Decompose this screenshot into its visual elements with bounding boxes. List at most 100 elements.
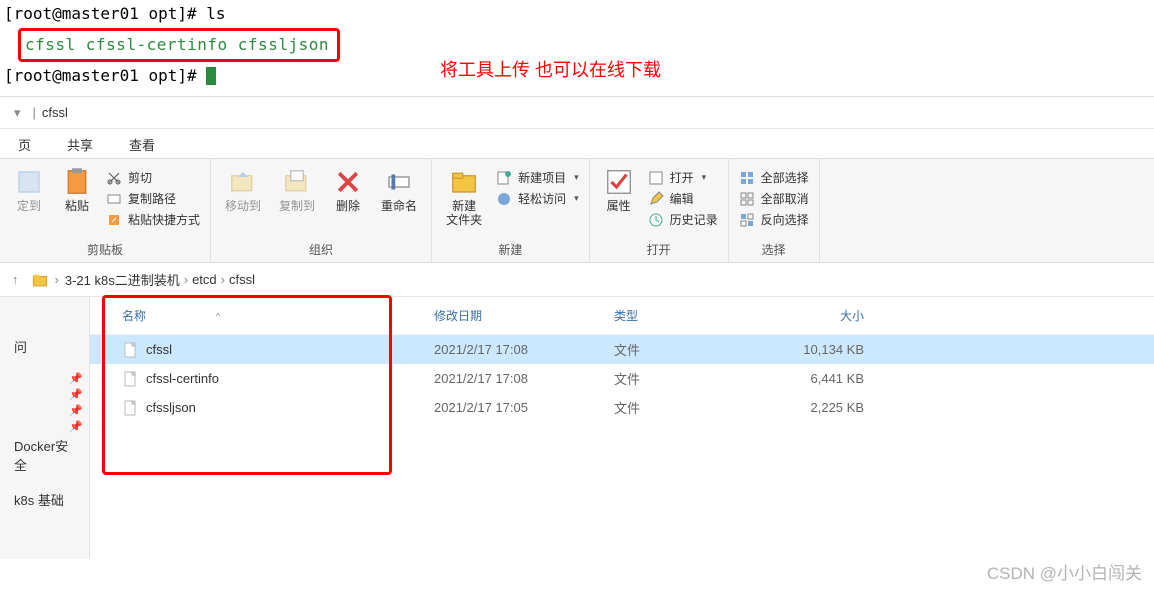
easyaccess-icon [496, 191, 512, 207]
invert-icon [739, 212, 755, 228]
shortcut-icon [106, 212, 122, 228]
file-size: 10,134 KB [774, 342, 864, 357]
move-icon [228, 167, 258, 197]
easy-access-button[interactable]: 轻松访问▾ [496, 190, 579, 207]
col-size[interactable]: 大小 [774, 307, 864, 324]
clipboard-icon [62, 167, 92, 197]
select-none-button[interactable]: 全部取消 [739, 190, 809, 207]
title-bar: ▾ | cfssl [0, 97, 1154, 129]
open-icon [648, 170, 664, 186]
file-type: 文件 [614, 369, 774, 388]
paste-shortcut-button[interactable]: 粘贴快捷方式 [106, 211, 200, 228]
newitem-icon [496, 170, 512, 186]
group-select: 全部选择 全部取消 反向选择 选择 [729, 159, 820, 262]
group-label: 打开 [600, 239, 718, 260]
group-label: 新建 [442, 239, 579, 260]
file-size: 6,441 KB [774, 371, 864, 386]
breadcrumb-3[interactable]: cfssl [229, 272, 255, 287]
scissors-icon [106, 170, 122, 186]
col-type[interactable]: 类型 [614, 307, 774, 324]
sidebar-item-docker[interactable]: Docker安全 [0, 428, 89, 482]
paste-button[interactable]: 粘贴 [58, 165, 96, 215]
delete-icon [333, 167, 363, 197]
folder-icon [31, 271, 49, 289]
group-label: 剪贴板 [10, 239, 200, 260]
group-organize: 移动到 复制到 删除 重命名 组织 [211, 159, 432, 262]
file-list-area: 名称^ 修改日期 类型 大小 cfssl 2021/2/17 17:08 文件 … [90, 297, 1154, 559]
file-icon [122, 342, 138, 358]
breadcrumb-2[interactable]: etcd [192, 272, 217, 287]
history-button[interactable]: 历史记录 [648, 211, 718, 228]
cut-button[interactable]: 剪切 [106, 169, 200, 186]
file-icon [122, 371, 138, 387]
new-item-button[interactable]: 新建项目▾ [496, 169, 579, 186]
up-button[interactable]: ↑ [6, 270, 25, 289]
selectall-icon [739, 170, 755, 186]
properties-button[interactable]: 属性 [600, 165, 638, 215]
file-size: 2,225 KB [774, 400, 864, 415]
edit-button[interactable]: 编辑 [648, 190, 718, 207]
rename-button[interactable]: 重命名 [377, 165, 421, 215]
file-type: 文件 [614, 340, 774, 359]
prompt: [root@master01 opt]# [4, 66, 206, 85]
file-name-text: cfssljson [146, 400, 196, 415]
file-type: 文件 [614, 398, 774, 417]
sidebar-item[interactable]: 问 [0, 329, 89, 364]
cursor [206, 67, 216, 85]
prompt: [root@master01 opt]# [4, 4, 206, 23]
ribbon: 定到 粘贴 剪切 复制路径 粘贴快捷方式 剪贴板 移动到 [0, 159, 1154, 263]
group-new: 新建文件夹 新建项目▾ 轻松访问▾ 新建 [432, 159, 590, 262]
sidebar-item[interactable]: 📌 [0, 364, 89, 380]
crumb-sep: › [221, 272, 225, 287]
file-row[interactable]: cfssljson 2021/2/17 17:05 文件 2,225 KB [90, 393, 1154, 422]
address-bar: ↑ › 3-21 k8s二进制装机 › etcd › cfssl [0, 263, 1154, 297]
copy-icon [282, 167, 312, 197]
breadcrumb-1[interactable]: 3-21 k8s二进制装机 [65, 270, 180, 289]
window-title: cfssl [42, 105, 68, 120]
history-icon [648, 212, 664, 228]
move-to-button[interactable]: 移动到 [221, 165, 265, 215]
nav-sidebar: 问 📌 📌 📌 📌 Docker安全 k8s 基础 [0, 297, 90, 559]
tab-share[interactable]: 共享 [49, 129, 111, 158]
copy-to-button[interactable]: 复制到 [275, 165, 319, 215]
file-explorer: ▾ | cfssl 页 共享 查看 定到 粘贴 剪切 复制路径 粘贴快捷方 [0, 96, 1154, 559]
group-label: 组织 [221, 239, 421, 260]
invert-selection-button[interactable]: 反向选择 [739, 211, 809, 228]
file-row[interactable]: cfssl-certinfo 2021/2/17 17:08 文件 6,441 … [90, 364, 1154, 393]
annotation-text: 将工具上传 也可以在线下载 [440, 56, 661, 82]
select-all-button[interactable]: 全部选择 [739, 169, 809, 186]
sidebar-item-k8s[interactable]: k8s 基础 [0, 482, 89, 517]
open-button[interactable]: 打开▾ [648, 169, 718, 186]
checkmark-icon [604, 167, 634, 197]
col-date[interactable]: 修改日期 [434, 307, 614, 324]
new-folder-button[interactable]: 新建文件夹 [442, 165, 486, 230]
file-date: 2021/2/17 17:05 [434, 400, 614, 415]
col-name[interactable]: 名称^ [122, 307, 434, 324]
pin-button[interactable]: 定到 [10, 165, 48, 215]
file-list: cfssl cfssl-certinfo cfssljson [25, 35, 329, 54]
group-clipboard: 定到 粘贴 剪切 复制路径 粘贴快捷方式 剪贴板 [0, 159, 211, 262]
rename-icon [384, 167, 414, 197]
path-icon [106, 191, 122, 207]
sort-caret-icon: ^ [216, 311, 220, 321]
file-icon [122, 400, 138, 416]
crumb-sep: › [184, 272, 188, 287]
edit-icon [648, 191, 664, 207]
content-area: 问 📌 📌 📌 📌 Docker安全 k8s 基础 名称^ 修改日期 类型 大小… [0, 297, 1154, 559]
crumb-sep: › [55, 272, 59, 287]
title-sep: | [33, 105, 36, 120]
selectnone-icon [739, 191, 755, 207]
tab-home[interactable]: 页 [0, 129, 49, 158]
group-label: 选择 [739, 239, 809, 260]
cmd: ls [206, 4, 225, 23]
delete-button[interactable]: 删除 [329, 165, 367, 215]
file-row[interactable]: cfssl 2021/2/17 17:08 文件 10,134 KB [90, 335, 1154, 364]
copy-path-button[interactable]: 复制路径 [106, 190, 200, 207]
sidebar-item[interactable]: 📌 [0, 380, 89, 396]
sidebar-item[interactable]: 📌 [0, 396, 89, 412]
dropdown-icon[interactable]: ▾ [14, 105, 21, 121]
group-open: 属性 打开▾ 编辑 历史记录 打开 [590, 159, 729, 262]
watermark: CSDN @小小白闯关 [987, 559, 1142, 584]
tab-view[interactable]: 查看 [111, 129, 173, 158]
sidebar-item[interactable]: 📌 [0, 412, 89, 428]
